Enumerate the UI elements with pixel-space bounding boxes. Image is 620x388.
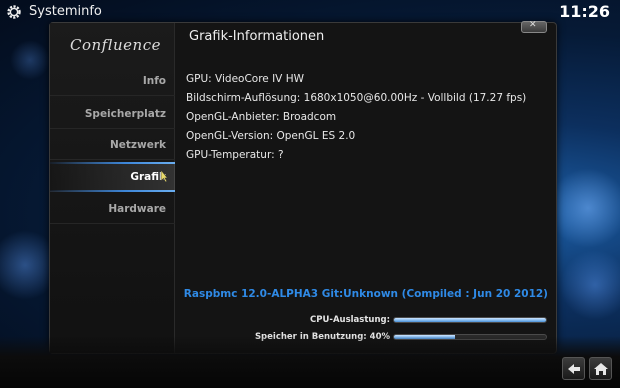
sidebar-item-hardware[interactable]: Hardware	[50, 194, 175, 224]
sidebar-item-info[interactable]: Info	[50, 66, 175, 96]
home-button[interactable]	[589, 357, 612, 380]
info-line-gpu: GPU: VideoCore IV HW	[186, 73, 304, 85]
sidebar-item-speicherplatz[interactable]: Speicherplatz	[50, 99, 175, 129]
sidebar-item-label: Info	[142, 75, 166, 87]
info-line-gpu-temperature: GPU-Temperatur: ?	[186, 149, 284, 161]
window-title: Systeminfo	[29, 4, 102, 19]
background-bokeh	[548, 168, 620, 248]
back-button[interactable]	[562, 357, 585, 380]
info-line-resolution: Bildschirm-Auflösung: 1680x1050@60.00Hz …	[186, 92, 527, 104]
bottom-bar	[0, 336, 620, 388]
info-line-opengl-version: OpenGL-Version: OpenGL ES 2.0	[186, 130, 356, 142]
clock: 11:26	[559, 2, 610, 21]
sidebar-item-label: Netzwerk	[109, 139, 166, 151]
sidebar-item-label: Speicherplatz	[84, 108, 166, 120]
home-icon	[594, 363, 608, 375]
mouse-cursor-icon	[160, 169, 168, 183]
back-arrow-icon	[568, 364, 580, 374]
background-bokeh	[10, 40, 50, 80]
background-bokeh	[560, 250, 620, 320]
cpu-usage-label: CPU-Auslastung:	[310, 315, 390, 325]
page-title: Grafik-Informationen	[189, 29, 325, 44]
sidebar-item-netzwerk[interactable]: Netzwerk	[50, 130, 175, 160]
build-version-text: Raspbmc 12.0-ALPHA3 Git:Unknown (Compile…	[183, 288, 548, 300]
sidebar-item-label: Hardware	[108, 203, 166, 215]
sidebar-item-grafik[interactable]: Grafik	[50, 162, 175, 192]
gear-icon	[7, 5, 21, 19]
confluence-logo: Confluence	[70, 36, 161, 54]
info-line-opengl-vendor: OpenGL-Anbieter: Broadcom	[186, 111, 337, 123]
cpu-usage-bar	[393, 317, 547, 323]
system-info-dialog: Confluence Info Speicherplatz Netzwerk G…	[49, 20, 557, 354]
content-panel: Grafik-Informationen GPU: VideoCore IV H…	[176, 23, 556, 353]
cpu-usage-fill	[394, 318, 546, 322]
sidebar: Confluence Info Speicherplatz Netzwerk G…	[50, 23, 175, 353]
